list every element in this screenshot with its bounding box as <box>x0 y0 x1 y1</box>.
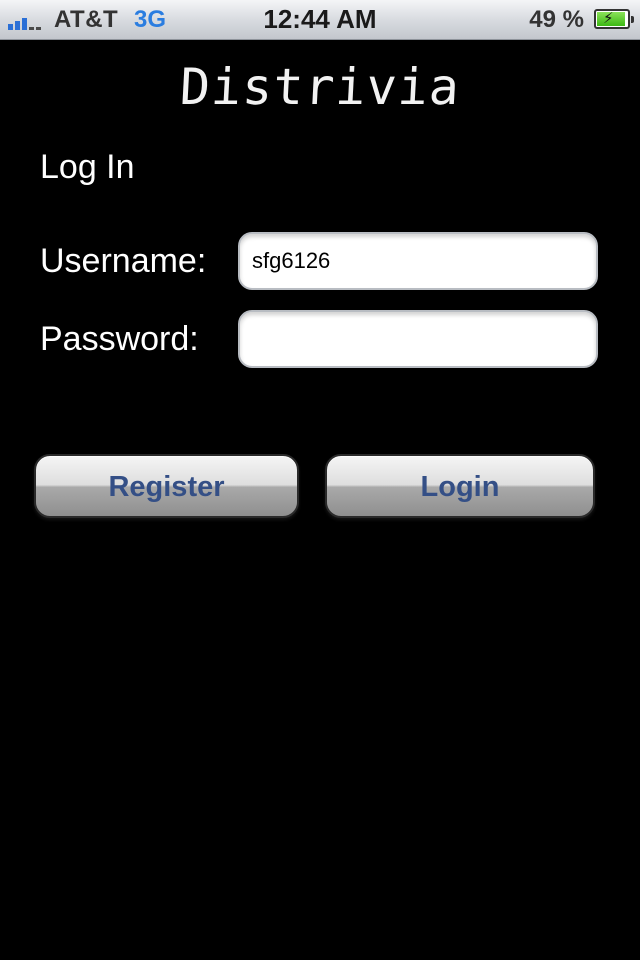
username-input[interactable] <box>238 232 598 290</box>
battery-charging-icon: ⚡ <box>594 9 634 29</box>
app-screen: AT&T 3G 12:44 AM 49 % ⚡ Distrivia Log In… <box>0 0 640 960</box>
app-title: Distrivia <box>178 58 462 116</box>
password-input[interactable] <box>238 310 598 368</box>
page-title: Log In <box>40 148 135 186</box>
battery-percent: 49 % <box>529 6 584 33</box>
password-label: Password: <box>40 320 199 358</box>
username-label: Username: <box>40 242 207 280</box>
register-button[interactable]: Register <box>34 454 299 518</box>
login-button[interactable]: Login <box>325 454 595 518</box>
status-bar: AT&T 3G 12:44 AM 49 % ⚡ <box>0 0 640 40</box>
